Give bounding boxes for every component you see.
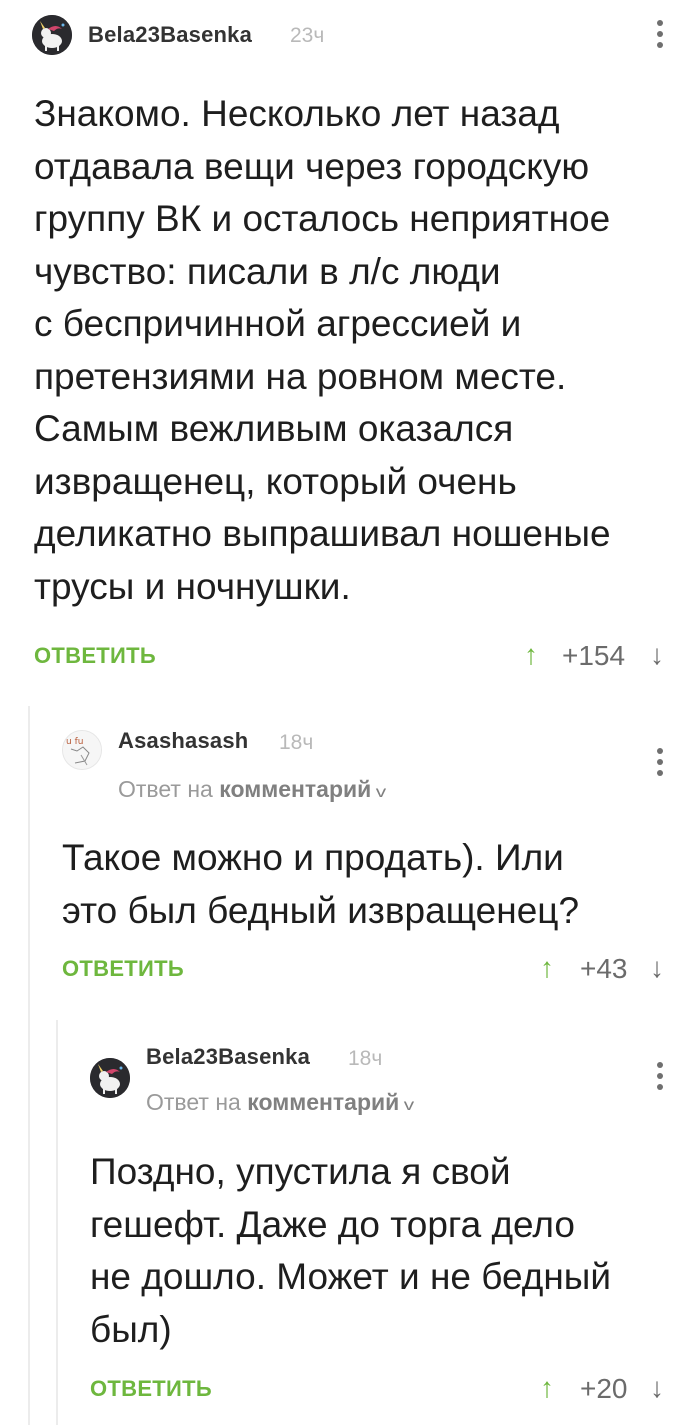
rating-count: +154 [562,640,626,671]
reply-to-link[interactable]: Ответ на комментарий v [146,1089,414,1116]
username[interactable]: Asashasash [118,728,248,754]
downvote-arrow-icon[interactable]: ↓ [650,641,664,669]
svg-text:u fu: u fu [66,737,83,747]
chevron-down-icon[interactable]: v [376,784,386,802]
upvote-arrow-icon[interactable]: ↑ [540,954,554,982]
timestamp: 18ч [279,731,314,754]
comment-text: Поздно, упустила я свой гешефт. Даже до … [90,1151,612,1350]
comment: Bela23Basenka 23ч Знакомо. Несколько лет… [0,0,700,700]
comment-text: Знакомо. Несколько лет назад отдавала ве… [34,93,611,607]
avatar[interactable]: u fu [62,730,102,770]
avatar[interactable] [32,15,72,55]
timestamp: 23ч [290,24,325,47]
timestamp: 18ч [348,1047,383,1070]
sketch-avatar-icon: u fu [63,731,101,769]
downvote-arrow-icon[interactable]: ↓ [650,954,664,982]
upvote-arrow-icon[interactable]: ↑ [524,641,538,669]
username[interactable]: Bela23Basenka [88,22,252,48]
comment: u fu Asashasash 18ч Ответ на комментарий… [0,700,700,1020]
reply-to-prefix: Ответ на [146,1089,241,1115]
username[interactable]: Bela23Basenka [146,1044,310,1070]
unicorn-avatar-icon [32,15,72,55]
chevron-down-icon[interactable]: v [404,1097,414,1115]
more-options-icon[interactable] [656,748,664,778]
rating-count: +20 [580,1373,628,1404]
reply-to-target[interactable]: комментарий [219,776,371,802]
comment: Bela23Basenka 18ч Ответ на комментарий v … [0,1020,700,1425]
more-options-icon[interactable] [656,1062,664,1092]
reply-button[interactable]: ОТВЕТИТЬ [62,956,184,982]
downvote-arrow-icon[interactable]: ↓ [650,1374,664,1402]
rating-count: +43 [580,953,628,984]
comment-text: Такое можно и продать). Или это был бедн… [62,837,580,931]
reply-button[interactable]: ОТВЕТИТЬ [90,1376,212,1402]
reply-to-link[interactable]: Ответ на комментарий v [118,776,386,803]
more-options-icon[interactable] [656,20,664,50]
avatar[interactable] [90,1058,130,1098]
reply-to-target[interactable]: комментарий [247,1089,399,1115]
upvote-arrow-icon[interactable]: ↑ [540,1374,554,1402]
reply-button[interactable]: ОТВЕТИТЬ [34,643,156,669]
unicorn-avatar-icon [90,1058,130,1098]
reply-to-prefix: Ответ на [118,776,213,802]
